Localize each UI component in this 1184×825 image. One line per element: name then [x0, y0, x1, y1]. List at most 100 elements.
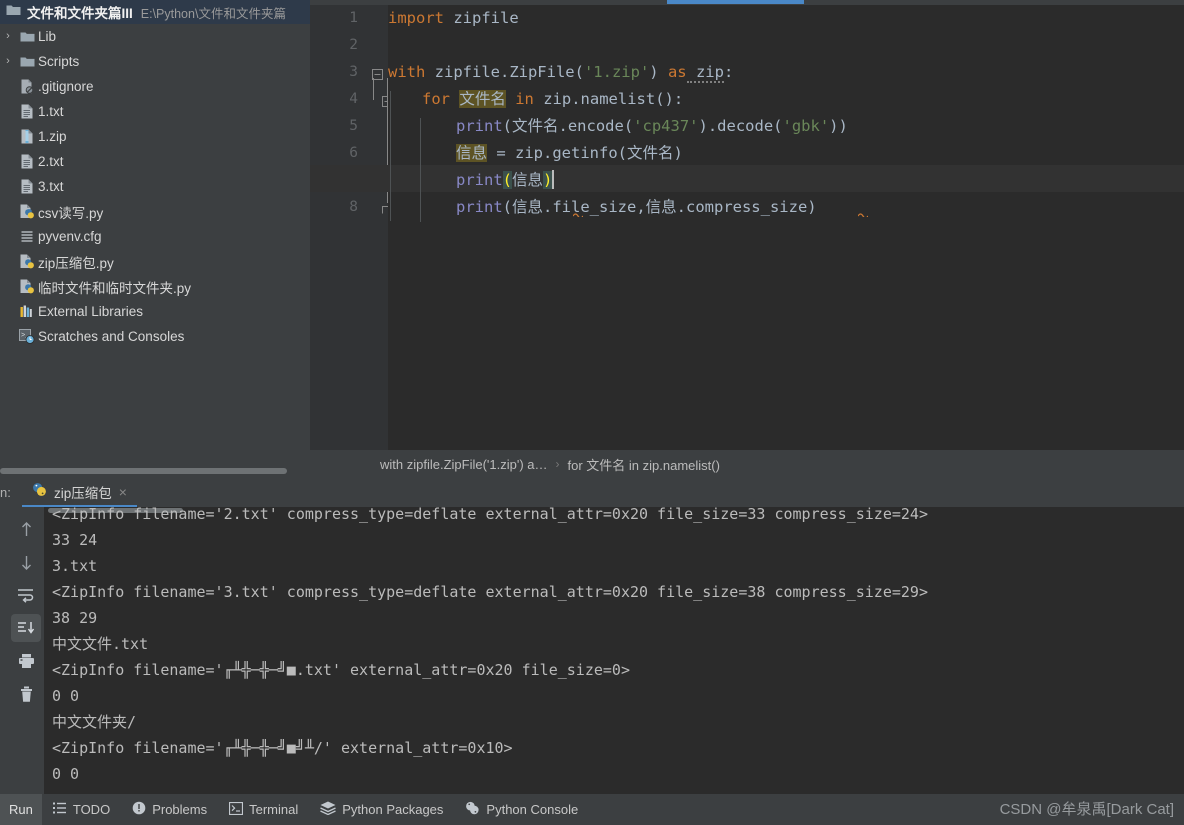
tree-item-3txt[interactable]: 3.txt	[0, 174, 310, 199]
console-output[interactable]: <ZipInfo filename='2.txt' compress_type=…	[44, 507, 1184, 794]
keyword-for: for	[422, 90, 450, 108]
tree-item-scripts[interactable]: › Scripts	[0, 49, 310, 74]
console-line: 33 24	[52, 531, 98, 549]
tree-item-scratches-consoles[interactable]: >_ Scratches and Consoles	[0, 324, 310, 349]
keyword-in: in	[515, 90, 534, 108]
code-editor[interactable]: 2 1 2 3 4 5 6 7 8	[310, 0, 1184, 478]
tree-item-pyvenv-cfg[interactable]: pyvenv.cfg	[0, 224, 310, 249]
getinfo-call: = zip.getinfo(文件名)	[487, 144, 683, 162]
tree-item-lib[interactable]: › Lib	[0, 24, 310, 49]
editor-gutter[interactable]: 1 2 3 4 5 6 7 8	[310, 5, 368, 450]
python-icon	[32, 482, 47, 502]
code-text[interactable]: import zipfile with zipfile.ZipFile('1.z…	[310, 5, 1184, 450]
statusbar-run-button[interactable]: Run	[0, 794, 42, 825]
statusbar-item-label: Terminal	[249, 802, 299, 817]
project-hscroll-thumb[interactable]	[0, 468, 287, 474]
matched-paren-close: )	[543, 171, 553, 189]
namelist-call: zip.namelist():	[533, 90, 684, 108]
statusbar-item-label: Problems	[152, 802, 208, 817]
builtin-print: print	[456, 171, 503, 189]
soft-wrap-icon[interactable]	[11, 581, 41, 609]
watermark-text: CSDN @牟泉禹[Dark Cat]	[999, 801, 1174, 818]
chevron-right-icon[interactable]: ›	[0, 31, 16, 42]
decode-call: ).decode(	[698, 117, 783, 135]
run-tool-window: n: zip压缩包 × <ZipInfo filename='2.txt' co…	[0, 478, 1184, 794]
folder-icon	[16, 56, 38, 68]
keyword-import: import	[388, 9, 444, 27]
statusbar-run-label: Run	[9, 802, 33, 817]
statusbar-item-python-packages[interactable]: Python Packages	[309, 794, 454, 825]
string-gbk: 'gbk'	[782, 117, 830, 135]
pycharm-window: 文件和文件夹篇III E:\Python\文件和文件夹篇 › Lib › Scr…	[0, 0, 1184, 825]
rerun-up-icon[interactable]	[11, 515, 41, 543]
zip-file-icon	[16, 129, 38, 144]
tree-item-label: 2.txt	[38, 154, 64, 169]
trash-icon[interactable]	[11, 680, 41, 708]
project-header[interactable]: 文件和文件夹篇III E:\Python\文件和文件夹篇	[0, 0, 310, 24]
watermark: CSDN @牟泉禹[Dark Cat]	[1000, 798, 1174, 819]
tree-item-label: 1.zip	[38, 129, 67, 144]
statusbar-item-python-console[interactable]: Python Console	[454, 794, 589, 825]
close-parens: ))	[829, 117, 848, 135]
text-caret	[552, 170, 555, 189]
tree-item-label: Scratches and Consoles	[38, 329, 185, 344]
python-file-icon	[16, 254, 38, 269]
text-file-icon	[16, 154, 38, 169]
scroll-to-end-icon[interactable]	[11, 614, 41, 642]
text-file-icon	[16, 179, 38, 194]
builtin-print: print	[456, 117, 503, 135]
line-number: 1	[349, 10, 358, 26]
rerun-down-icon[interactable]	[11, 548, 41, 576]
packages-icon	[320, 801, 337, 818]
tree-item-1txt[interactable]: 1.txt	[0, 99, 310, 124]
text-file-icon	[16, 104, 38, 119]
close-icon[interactable]: ×	[119, 484, 127, 500]
line-number: 4	[349, 91, 358, 107]
console-line: <ZipInfo filename='3.txt' compress_type=…	[52, 583, 928, 601]
editor-fold-column[interactable]	[368, 5, 393, 450]
breadcrumb-separator-icon: ›	[555, 457, 560, 471]
code-line-6: 信息 = zip.getinfo(文件名)	[388, 140, 683, 167]
tree-item-csv-read-write-py[interactable]: csv读写.py	[0, 199, 310, 224]
zipfile-call: zipfile.ZipFile(	[425, 63, 584, 81]
string-cp437: 'cp437'	[633, 117, 699, 135]
chevron-right-icon[interactable]: ›	[0, 56, 16, 67]
tree-item-temp-files-py[interactable]: 临时文件和临时文件夹.py	[0, 274, 310, 299]
tree-item-label: Lib	[38, 29, 57, 44]
statusbar-item-problems[interactable]: Problems	[121, 794, 218, 825]
tree-item-gitignore[interactable]: .gitignore	[0, 74, 310, 99]
statusbar-item-terminal[interactable]: Terminal	[218, 794, 309, 825]
statusbar-item-todo[interactable]: TODO	[42, 794, 121, 825]
breadcrumb-item-with[interactable]: with zipfile.ZipFile('1.zip') a…	[380, 457, 548, 472]
module-name: zipfile	[444, 9, 519, 27]
problems-icon	[132, 801, 146, 818]
tree-item-zip-package-py[interactable]: zip压缩包.py	[0, 249, 310, 274]
error-squiggle-icon	[858, 213, 868, 217]
tree-item-label: Scripts	[38, 54, 80, 69]
fold-guide-line	[373, 78, 374, 100]
console-line: 中文文件.txt	[52, 635, 149, 653]
tree-item-2txt[interactable]: 2.txt	[0, 149, 310, 174]
tree-item-1zip[interactable]: 1.zip	[0, 124, 310, 149]
python-console-icon	[465, 801, 480, 818]
breadcrumb[interactable]: with zipfile.ZipFile('1.zip') a… › for 文…	[310, 450, 1184, 478]
code-line-8: print(信息.file_size,信息.compress_size)	[388, 194, 817, 221]
terminal-icon	[229, 801, 244, 818]
statusbar-item-label: TODO	[72, 802, 111, 817]
print-icon[interactable]	[11, 647, 41, 675]
arg-info: 信息	[512, 171, 544, 189]
console-line: <ZipInfo filename='2.txt' compress_type=…	[52, 507, 928, 523]
tree-item-label: csv读写.py	[38, 205, 104, 221]
project-tree: › Lib › Scripts .gitignore 1.txt 1.zip 2…	[0, 24, 310, 349]
python-file-icon	[16, 204, 38, 219]
project-path: E:\Python\文件和文件夹篇	[140, 6, 286, 21]
breadcrumb-item-for[interactable]: for 文件名 in zip.namelist()	[568, 455, 720, 474]
console-line: 38 29	[52, 609, 98, 627]
code-line-5: print(文件名.encode('cp437').decode('gbk'))	[388, 113, 848, 140]
tree-item-external-libraries[interactable]: External Libraries	[0, 299, 310, 324]
string-literal: '1.zip'	[583, 63, 650, 81]
identifier-filename-highlight: 文件名	[459, 90, 506, 108]
run-tab-zip-package[interactable]: zip压缩包 ×	[22, 478, 137, 507]
keyword-with: with	[388, 63, 426, 81]
active-tab-indicator[interactable]	[667, 0, 804, 4]
